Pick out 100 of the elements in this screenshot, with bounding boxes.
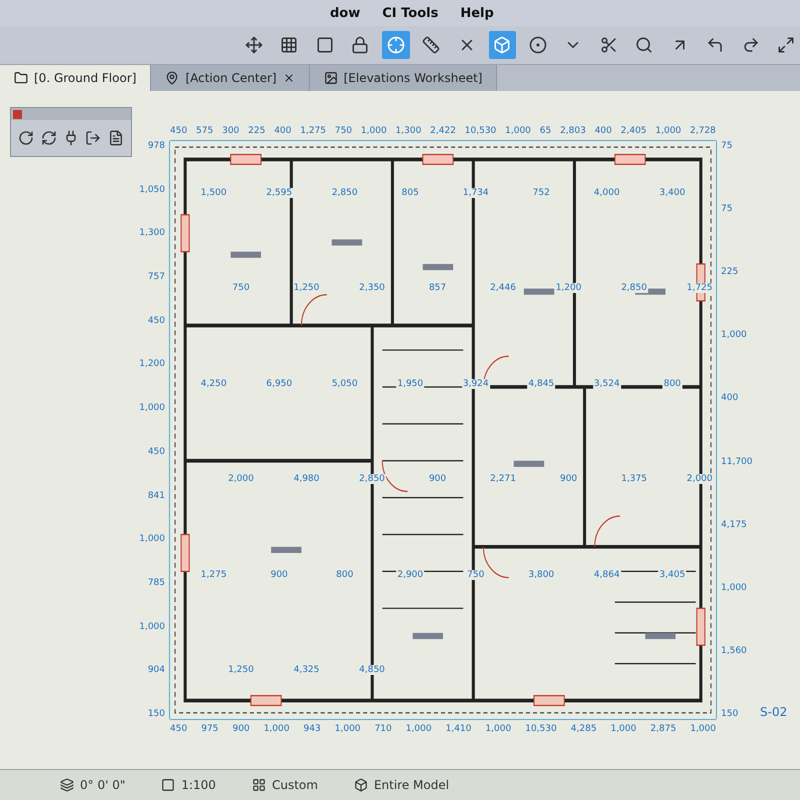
dimension-label: 4,285 — [570, 724, 597, 734]
dimension-label: 4,000 — [592, 188, 621, 198]
dimension-label: 1,560 — [721, 646, 747, 656]
box-icon — [493, 36, 512, 54]
dimension-label: 1,300 — [139, 228, 165, 238]
dimension-label: 3,800 — [527, 570, 556, 580]
dimension-label: 1,000 — [655, 126, 682, 136]
dimension-label: 450 — [170, 724, 188, 734]
dimension-label: 2,900 — [396, 570, 424, 580]
layers-icon[interactable] — [60, 778, 74, 792]
dimension-label: 4,175 — [721, 520, 747, 530]
dimension-label: 2,446 — [489, 283, 517, 294]
section-marker: S-02 — [760, 705, 788, 719]
dimension-label: 800 — [335, 570, 354, 580]
dimension-label: 757 — [148, 272, 165, 282]
dimension-label: 904 — [148, 665, 165, 676]
document-icon — [108, 130, 124, 146]
status-text: Custom — [272, 778, 318, 792]
dimension-label: 710 — [374, 724, 392, 734]
dimension-label: 1,000 — [264, 724, 290, 734]
dimension-label: 400 — [594, 126, 612, 136]
dimension-label: 1,300 — [396, 126, 422, 136]
dimension-label: 4,980 — [292, 474, 320, 484]
grid-icon — [280, 36, 298, 54]
dimension-label: 300 — [222, 126, 240, 136]
view-tab[interactable]: [Elevations Worksheet] — [310, 65, 498, 91]
dimension-label: 900 — [270, 570, 289, 580]
folder-icon — [14, 71, 28, 85]
redo-icon — [742, 36, 760, 54]
dimension-label: 400 — [721, 393, 738, 404]
dimension-label: 1,000 — [505, 126, 531, 136]
dimension-label: 400 — [274, 126, 292, 136]
dimension-label: 1,275 — [300, 126, 326, 136]
box-icon[interactable] — [354, 778, 368, 792]
dimension-label: 900 — [558, 474, 578, 484]
dimension-label: 2,405 — [620, 126, 647, 136]
dimension-label: 2,000 — [686, 474, 714, 484]
dimension-label: 4,864 — [592, 570, 621, 580]
corner-icon — [706, 36, 724, 54]
grid-icon[interactable] — [252, 778, 266, 792]
dimension-label: 1,000 — [360, 126, 387, 136]
dimension-label: 1,200 — [139, 359, 165, 370]
close-icon[interactable] — [282, 72, 295, 84]
dimension-label: 2,850 — [358, 474, 386, 484]
dimension-label: 1,000 — [406, 724, 432, 734]
dimension-label: 975 — [201, 724, 218, 734]
dimension-label: 943 — [304, 724, 321, 734]
dimension-label: 1,000 — [610, 724, 636, 734]
dimension-label: 1,000 — [139, 403, 165, 414]
refresh-icon — [40, 130, 57, 146]
scissors-icon — [600, 36, 618, 54]
dimension-label: 2,000 — [227, 474, 255, 484]
dimension-label: 65 — [540, 126, 552, 136]
dimension-label: 1,000 — [721, 582, 747, 593]
dimension-label: 1,000 — [690, 724, 716, 734]
dimension-label: 10,530 — [464, 126, 496, 136]
dimension-label: 3,924 — [462, 378, 490, 389]
dimension-label: 1,725 — [686, 283, 714, 294]
square-icon — [316, 36, 334, 54]
status-text: Entire Model — [374, 778, 450, 792]
exit-icon — [85, 130, 102, 146]
view-tab[interactable]: [0. Ground Floor] — [0, 65, 152, 91]
status-text: 1:100 — [181, 778, 216, 792]
dimension-label: 150 — [721, 708, 738, 719]
crosshair-icon — [386, 36, 405, 54]
dimension-label: 150 — [148, 708, 165, 719]
dimension-label: 785 — [148, 578, 165, 588]
dimension-label: 1,000 — [721, 330, 747, 340]
frame-icon[interactable] — [161, 778, 176, 792]
view-tab[interactable]: [Action Center] — [151, 65, 310, 91]
dimension-label: 1,000 — [485, 724, 512, 734]
dimension-label: 2,850 — [330, 188, 359, 198]
search-icon — [635, 36, 654, 54]
ruler-icon — [422, 36, 440, 54]
dimension-label: 2,271 — [489, 474, 517, 484]
dimension-label: 1,250 — [227, 664, 255, 675]
dimension-label: 1,250 — [292, 283, 320, 294]
dimension-label: 1,375 — [620, 474, 648, 484]
dimension-label: 4,850 — [358, 664, 386, 675]
status-text: 0° 0' 0" — [80, 778, 126, 792]
dimension-label: 752 — [532, 188, 551, 198]
menu-item[interactable]: CI Tools — [382, 6, 438, 20]
dimension-label: 978 — [148, 141, 165, 151]
dimension-label: 1,500 — [200, 188, 228, 198]
dimension-label: 3,400 — [658, 188, 686, 198]
lock-icon — [351, 36, 370, 54]
dimension-label: 1,410 — [446, 724, 472, 734]
dimension-label: 6,950 — [265, 378, 294, 389]
maximize-icon — [777, 36, 796, 54]
dimension-label: 1,734 — [462, 188, 490, 198]
dimension-label: 1,050 — [139, 184, 165, 195]
menu-item[interactable]: Help — [460, 6, 494, 20]
dimension-label: 75 — [721, 204, 732, 214]
menu-item[interactable]: dow — [330, 6, 360, 20]
dimension-label: 2,595 — [265, 188, 294, 198]
picture-icon — [324, 71, 338, 85]
dimension-label: 1,950 — [396, 378, 424, 389]
dimension-label: 2,875 — [650, 724, 676, 734]
dimension-label: 10,530 — [525, 724, 557, 734]
dimension-label: 450 — [148, 316, 165, 326]
